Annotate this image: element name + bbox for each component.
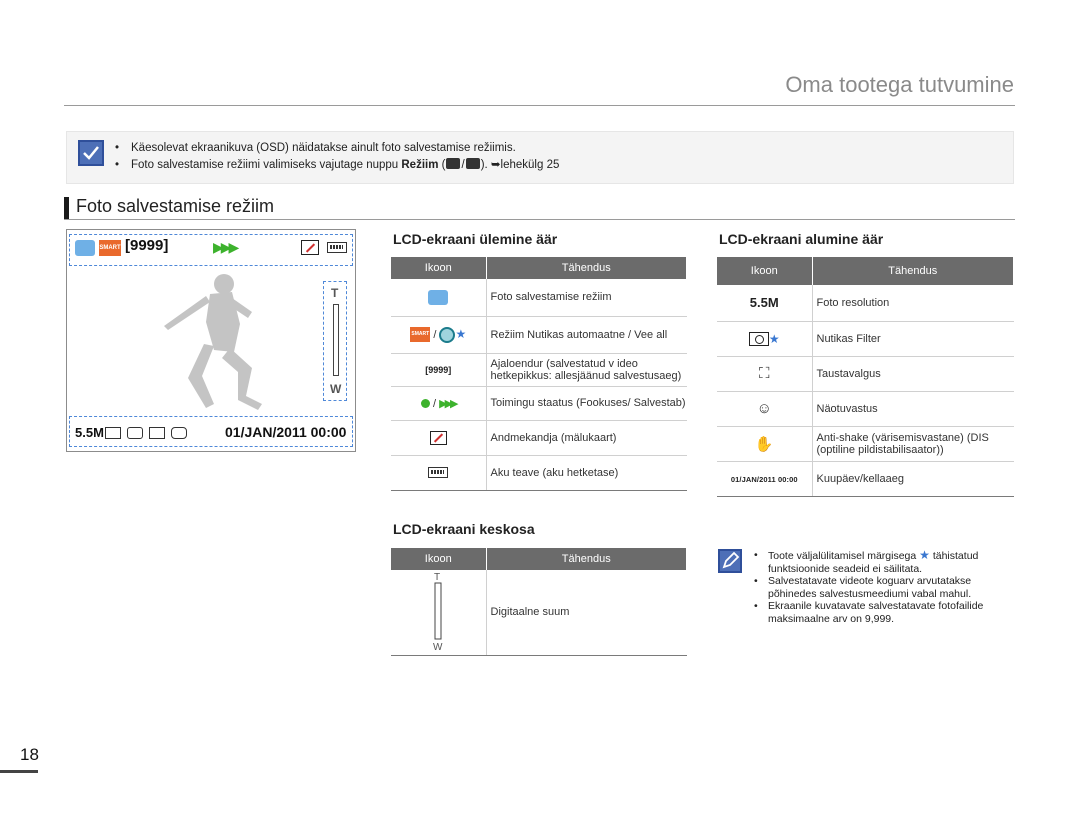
table-top-title: LCD-ekraani ülemine äär bbox=[393, 231, 558, 247]
focus-status-icon bbox=[420, 399, 430, 409]
recording-arrows-icon: ▶▶▶ bbox=[213, 239, 239, 255]
smart-filter-icon bbox=[748, 331, 769, 346]
col-meaning-header: Tähendus bbox=[812, 257, 1014, 285]
table-row: 01/JAN/2011 00:00 Kuupäev/kellaaeg bbox=[717, 461, 1014, 497]
note2-list: Toote väljalülitamisel märgisega ★ tähis… bbox=[754, 549, 1018, 625]
recording-arrows-icon: ▶▶▶ bbox=[439, 397, 458, 410]
row-meaning: Kuupäev/kellaaeg bbox=[812, 461, 1014, 497]
counter-icon: [9999] bbox=[425, 364, 452, 375]
note2-item: Toote väljalülitamisel märgisega ★ tähis… bbox=[754, 549, 1018, 575]
dancer-silhouette bbox=[164, 274, 262, 410]
table-center: Ikoon Tähendus T W Digitaalne suum bbox=[391, 548, 687, 656]
table-row: ★ Nutikas Filter bbox=[717, 321, 1014, 357]
star-icon: ★ bbox=[455, 326, 467, 341]
table-row: T W Digitaalne suum bbox=[391, 570, 687, 656]
table-bottom: Ikoon Tähendus 5.5M Foto resolution ★ Nu… bbox=[717, 257, 1014, 497]
chapter-rule bbox=[64, 105, 1015, 106]
row-meaning: Toimingu staatus (Fookuses/ Salvestab) bbox=[486, 386, 687, 421]
page-rule bbox=[0, 770, 38, 773]
note-box: Käesolevat ekraanikuva (OSD) näidatakse … bbox=[66, 131, 1014, 184]
table-row: ☺ Näotuvastus bbox=[717, 391, 1014, 427]
lcd-preview: T W SMART [9999] ▶▶▶ 5.5M 01/JAN/2011 00… bbox=[66, 229, 356, 452]
row-meaning: Taustavalgus bbox=[812, 356, 1014, 392]
chapter-title: Oma tootega tutvumine bbox=[785, 72, 1014, 97]
row-meaning: Digitaalne suum bbox=[486, 570, 687, 656]
row-meaning: Nutikas Filter bbox=[812, 321, 1014, 357]
note-list: Käesolevat ekraanikuva (OSD) näidatakse … bbox=[113, 140, 559, 174]
lcd-photo-counter: [9999] bbox=[125, 237, 169, 254]
zoom-tele-label: T bbox=[331, 286, 339, 300]
section-bar bbox=[64, 197, 69, 219]
smart-auto-icon: SMART bbox=[410, 327, 431, 342]
row-meaning: Ajaloendur (salvestatud v ideo hetkepikk… bbox=[486, 353, 687, 387]
face-detection-icon bbox=[149, 427, 165, 439]
memory-card-icon bbox=[429, 430, 447, 445]
smart-filter-icon bbox=[105, 427, 121, 439]
table-row: SMART / ★ Režiim Nutikas automaatne / Ve… bbox=[391, 316, 687, 354]
note-item: Foto salvestamise režiimi valimiseks vaj… bbox=[113, 157, 559, 174]
table-row: [9999] Ajaloendur (salvestatud v ideo he… bbox=[391, 353, 687, 387]
anti-shake-icon bbox=[171, 427, 187, 439]
digital-zoom-icon: T W bbox=[433, 572, 443, 653]
table-row: ⛶ Taustavalgus bbox=[717, 356, 1014, 392]
table-bottom-title: LCD-ekraani alumine äär bbox=[719, 231, 884, 247]
memory-card-icon bbox=[301, 240, 319, 255]
table-row: Andmekandja (mälukaart) bbox=[391, 420, 687, 456]
anti-shake-icon: ✋ bbox=[754, 435, 774, 453]
svg-text:T: T bbox=[434, 572, 440, 583]
lcd-resolution: 5.5M bbox=[75, 425, 104, 440]
table-row: ✋ Anti-shake (värisemisvastane) (DIS (op… bbox=[717, 426, 1014, 462]
col-meaning-header: Tähendus bbox=[486, 548, 687, 570]
row-meaning: Andmekandja (mälukaart) bbox=[486, 420, 687, 456]
zoom-wide-label: W bbox=[330, 382, 342, 396]
col-icon-header: Ikoon bbox=[391, 548, 487, 570]
table-row: / ▶▶▶ Toimingu staatus (Fookuses/ Salves… bbox=[391, 386, 687, 421]
note-pencil-icon bbox=[718, 549, 742, 573]
lcd-datetime: 01/JAN/2011 00:00 bbox=[225, 424, 347, 440]
zoom-bar bbox=[333, 304, 339, 376]
row-meaning: Näotuvastus bbox=[812, 391, 1014, 427]
section-title: Foto salvestamise režiim bbox=[76, 196, 275, 216]
note-check-icon bbox=[78, 140, 104, 166]
resolution-icon: 5.5M bbox=[749, 295, 779, 311]
underwater-icon bbox=[439, 326, 456, 343]
face-detection-icon: ☺ bbox=[756, 400, 772, 417]
row-meaning: Režiim Nutikas automaatne / Vee all bbox=[486, 316, 687, 354]
camera-icon bbox=[428, 289, 449, 305]
row-meaning: Foto salvestamise režiim bbox=[486, 279, 687, 317]
video-mode-icon bbox=[446, 158, 461, 169]
row-meaning: Anti-shake (värisemisvastane) (DIS (opti… bbox=[812, 426, 1014, 462]
row-meaning: Foto resolution bbox=[812, 285, 1014, 322]
backlight-icon: ⛶ bbox=[758, 365, 770, 382]
table-row: 5.5M Foto resolution bbox=[717, 285, 1014, 322]
table-row: Foto salvestamise režiim bbox=[391, 279, 687, 317]
photo-mode-icon bbox=[465, 158, 480, 169]
table-center-title: LCD-ekraani keskosa bbox=[393, 521, 535, 537]
smart-auto-icon: SMART bbox=[99, 240, 121, 256]
lcd-zoom-area: T W bbox=[323, 281, 347, 401]
star-icon: ★ bbox=[768, 331, 780, 346]
camera-icon bbox=[75, 240, 95, 256]
battery-icon bbox=[327, 242, 347, 253]
note2-item: Salvestatavate videote koguarv arvutatak… bbox=[754, 575, 1018, 600]
star-icon: ★ bbox=[919, 548, 930, 562]
datetime-icon: 01/JAN/2011 00:00 bbox=[730, 474, 798, 484]
svg-text:W: W bbox=[433, 642, 443, 651]
section-heading: Foto salvestamise režiim bbox=[64, 194, 1015, 220]
row-meaning: Aku teave (aku hetketase) bbox=[486, 455, 687, 491]
table-row: Aku teave (aku hetketase) bbox=[391, 455, 687, 491]
note2-item: Ekraanile kuvatavate salvestatavate foto… bbox=[754, 600, 1018, 625]
col-icon-header: Ikoon bbox=[717, 257, 813, 285]
note-item: Käesolevat ekraanikuva (OSD) näidatakse … bbox=[113, 140, 559, 157]
backlight-icon bbox=[127, 427, 143, 439]
col-meaning-header: Tähendus bbox=[486, 257, 687, 279]
page-number: 18 bbox=[20, 745, 39, 764]
col-icon-header: Ikoon bbox=[391, 257, 487, 279]
table-top: Ikoon Tähendus Foto salvestamise režiim … bbox=[391, 257, 687, 491]
battery-icon bbox=[428, 467, 449, 479]
